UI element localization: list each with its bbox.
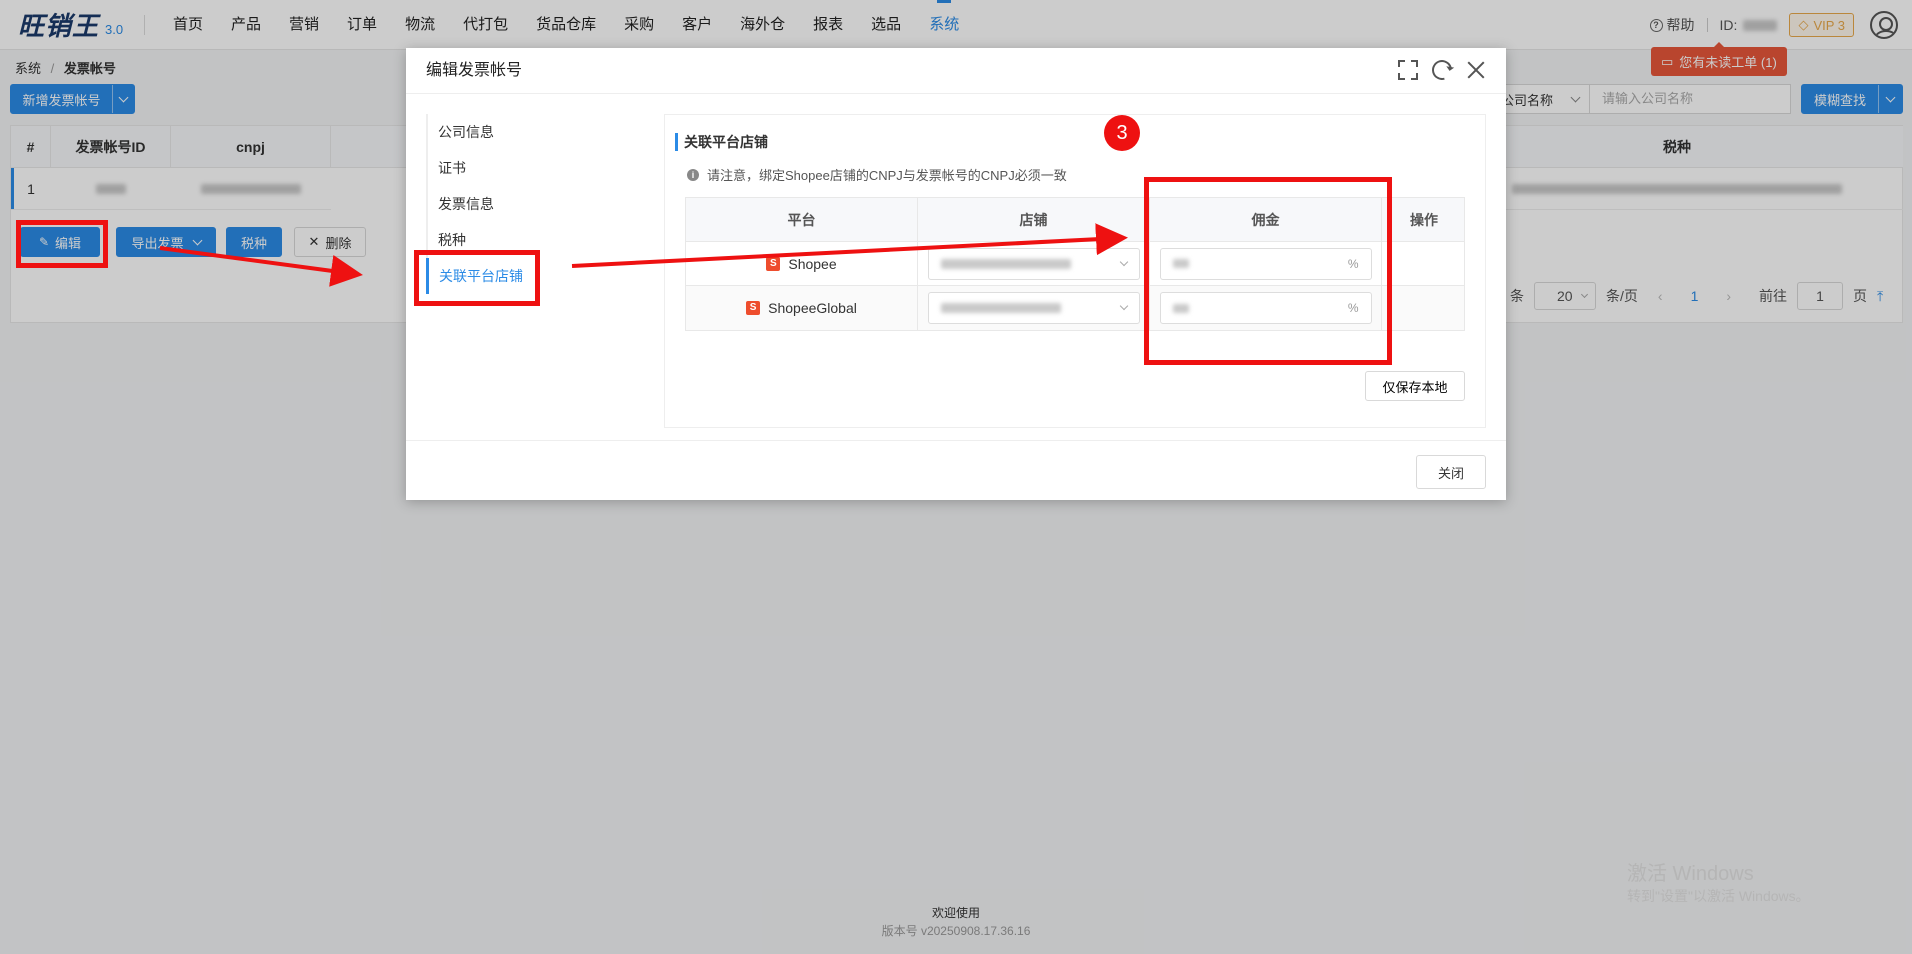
annotation-step-badge: 3 <box>1104 115 1140 151</box>
watermark-subtitle: 转到"设置"以激活 Windows。 <box>1627 888 1810 904</box>
refresh-icon[interactable] <box>1428 56 1456 84</box>
watermark-title: 激活 Windows <box>1627 863 1754 885</box>
platform-name: ShopeeGlobal <box>768 300 857 316</box>
shop-cell <box>918 286 1150 330</box>
platform-name: Shopee <box>788 255 837 272</box>
platform-cell: S Shopee <box>686 242 918 285</box>
section-title: 关联平台店铺 <box>675 133 768 151</box>
shopee-global-icon: S <box>746 301 761 315</box>
save-local-button[interactable]: 仅保存本地 <box>1365 371 1465 401</box>
platform-cell: S ShopeeGlobal <box>686 286 918 330</box>
shop-cell <box>918 242 1150 285</box>
close-dialog-button[interactable]: 关闭 <box>1416 455 1486 489</box>
tab-invoice-info[interactable]: 发票信息 <box>426 186 662 222</box>
annotation-box-commission <box>1144 177 1392 365</box>
windows-activation-watermark: 激活 Windows 转到"设置"以激活 Windows。 <box>1627 862 1810 906</box>
shop-select[interactable] <box>927 292 1140 324</box>
annotation-box-tab <box>414 250 540 306</box>
dialog-header-icons <box>1398 56 1486 84</box>
shop-select[interactable] <box>927 247 1140 280</box>
shopee-icon: S <box>766 256 781 271</box>
tab-company-info[interactable]: 公司信息 <box>426 114 662 150</box>
column-header-ops: 操作 <box>1410 211 1438 228</box>
cnpj-notice: i 请注意，绑定Shopee店铺的CNPJ与发票帐号的CNPJ必须一致 <box>687 165 1067 184</box>
dialog-header: 编辑发票帐号 <box>406 48 1506 94</box>
cnpj-notice-text: 请注意，绑定Shopee店铺的CNPJ与发票帐号的CNPJ必须一致 <box>707 168 1067 183</box>
tab-certificate[interactable]: 证书 <box>426 150 662 186</box>
fullscreen-icon[interactable] <box>1398 60 1418 80</box>
ops-cell <box>1382 242 1466 285</box>
shop-select-value <box>940 303 1061 313</box>
column-header-shop: 店铺 <box>918 198 1150 241</box>
dialog-title: 编辑发票帐号 <box>426 62 523 79</box>
close-icon[interactable] <box>1466 60 1486 80</box>
dialog-footer: 关闭 <box>406 440 1506 500</box>
ops-cell <box>1382 286 1466 330</box>
shop-select-value <box>940 258 1071 269</box>
column-header-platform: 平台 <box>686 198 918 241</box>
chevron-down-icon <box>1119 257 1128 266</box>
info-icon: i <box>687 168 699 181</box>
annotation-box-edit <box>16 220 108 268</box>
chevron-down-icon <box>1119 301 1128 311</box>
